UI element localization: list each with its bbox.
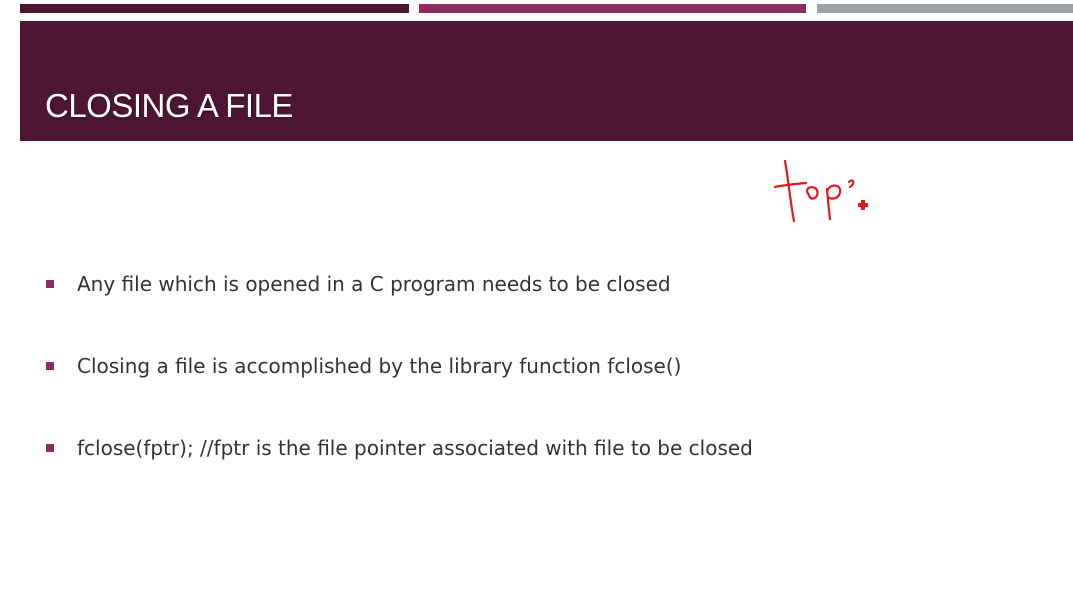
square-bullet-icon — [46, 444, 54, 452]
title-band: CLOSING A FILE — [20, 21, 1073, 141]
bullet-text: Closing a file is accomplished by the li… — [77, 354, 682, 378]
annotation-text: top — [772, 155, 774, 156]
bullet-text: Any file which is opened in a C program … — [77, 272, 671, 296]
top-accent-stripe-right — [817, 4, 1073, 13]
handwriting-strokes — [773, 159, 855, 223]
red-cursor-plus-icon — [858, 200, 868, 210]
square-bullet-icon — [46, 362, 54, 370]
top-accent-stripe-middle — [419, 4, 806, 13]
handwritten-annotation: top — [772, 155, 868, 223]
square-bullet-icon — [46, 280, 54, 288]
bullet-text: fclose(fptr); //fptr is the file pointer… — [77, 436, 753, 460]
slide-title: CLOSING A FILE — [45, 87, 293, 124]
top-accent-stripe-left — [20, 4, 409, 13]
